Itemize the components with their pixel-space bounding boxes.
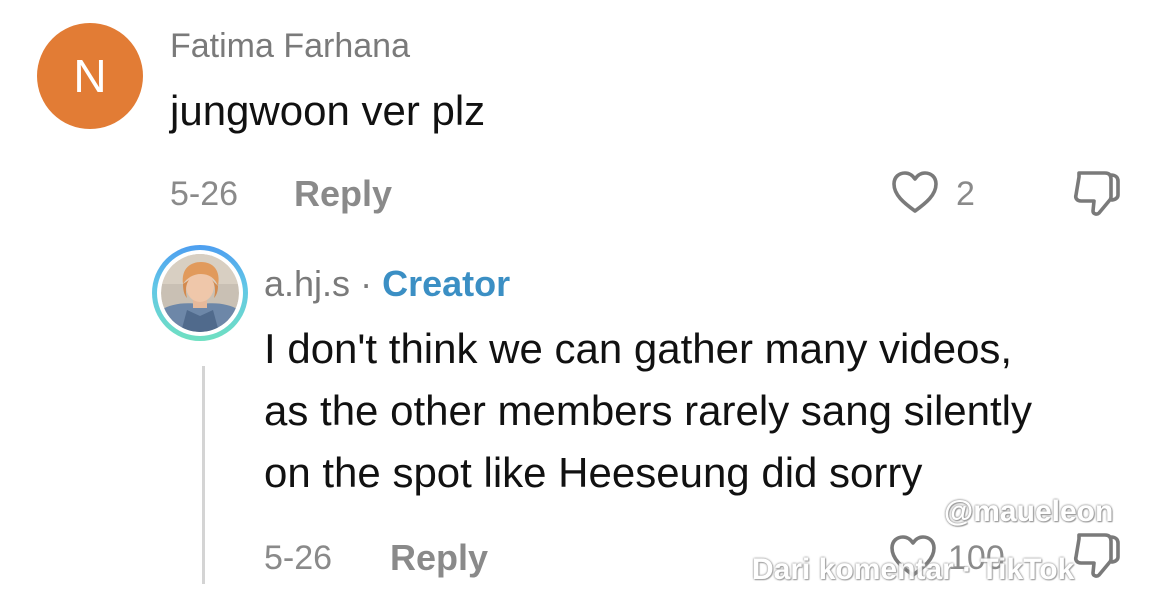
reply-text-line: as the other members rarely sang silentl… (264, 387, 1032, 434)
reply-button[interactable]: Reply (390, 534, 488, 582)
reply-date: 5-26 (264, 539, 333, 577)
avatar-letter: N (73, 50, 107, 102)
reply-text: I don't think we can gather many videos,… (264, 318, 1164, 504)
reply-text-line: I don't think we can gather many videos, (264, 325, 1013, 372)
reply-button[interactable]: Reply (294, 170, 392, 218)
thumbs-down-icon (1071, 531, 1123, 584)
watermark-source: Dari komentar · TikTok (752, 553, 1075, 586)
username-separator: · (360, 263, 373, 304)
reply-username[interactable]: a.hj.s (264, 263, 350, 304)
comment-username[interactable]: Fatima Farhana (170, 24, 410, 68)
avatar[interactable]: N (37, 23, 143, 129)
comment-text: jungwoon ver plz (170, 87, 486, 134)
like-button[interactable]: 2 (890, 170, 975, 218)
dislike-button[interactable] (1067, 170, 1127, 220)
creator-avatar[interactable] (152, 245, 248, 341)
dislike-button[interactable] (1067, 532, 1127, 582)
thread-line (202, 366, 205, 584)
comment-date: 5-26 (170, 175, 239, 213)
profile-photo (161, 254, 239, 332)
watermark-handle: @maueleon (944, 495, 1114, 528)
reply-username-line: a.hj.s · Creator (264, 262, 510, 306)
creator-badge: Creator (382, 263, 511, 304)
like-count: 2 (956, 174, 975, 213)
heart-outline-icon (890, 169, 940, 220)
thumbs-down-icon (1071, 169, 1123, 222)
